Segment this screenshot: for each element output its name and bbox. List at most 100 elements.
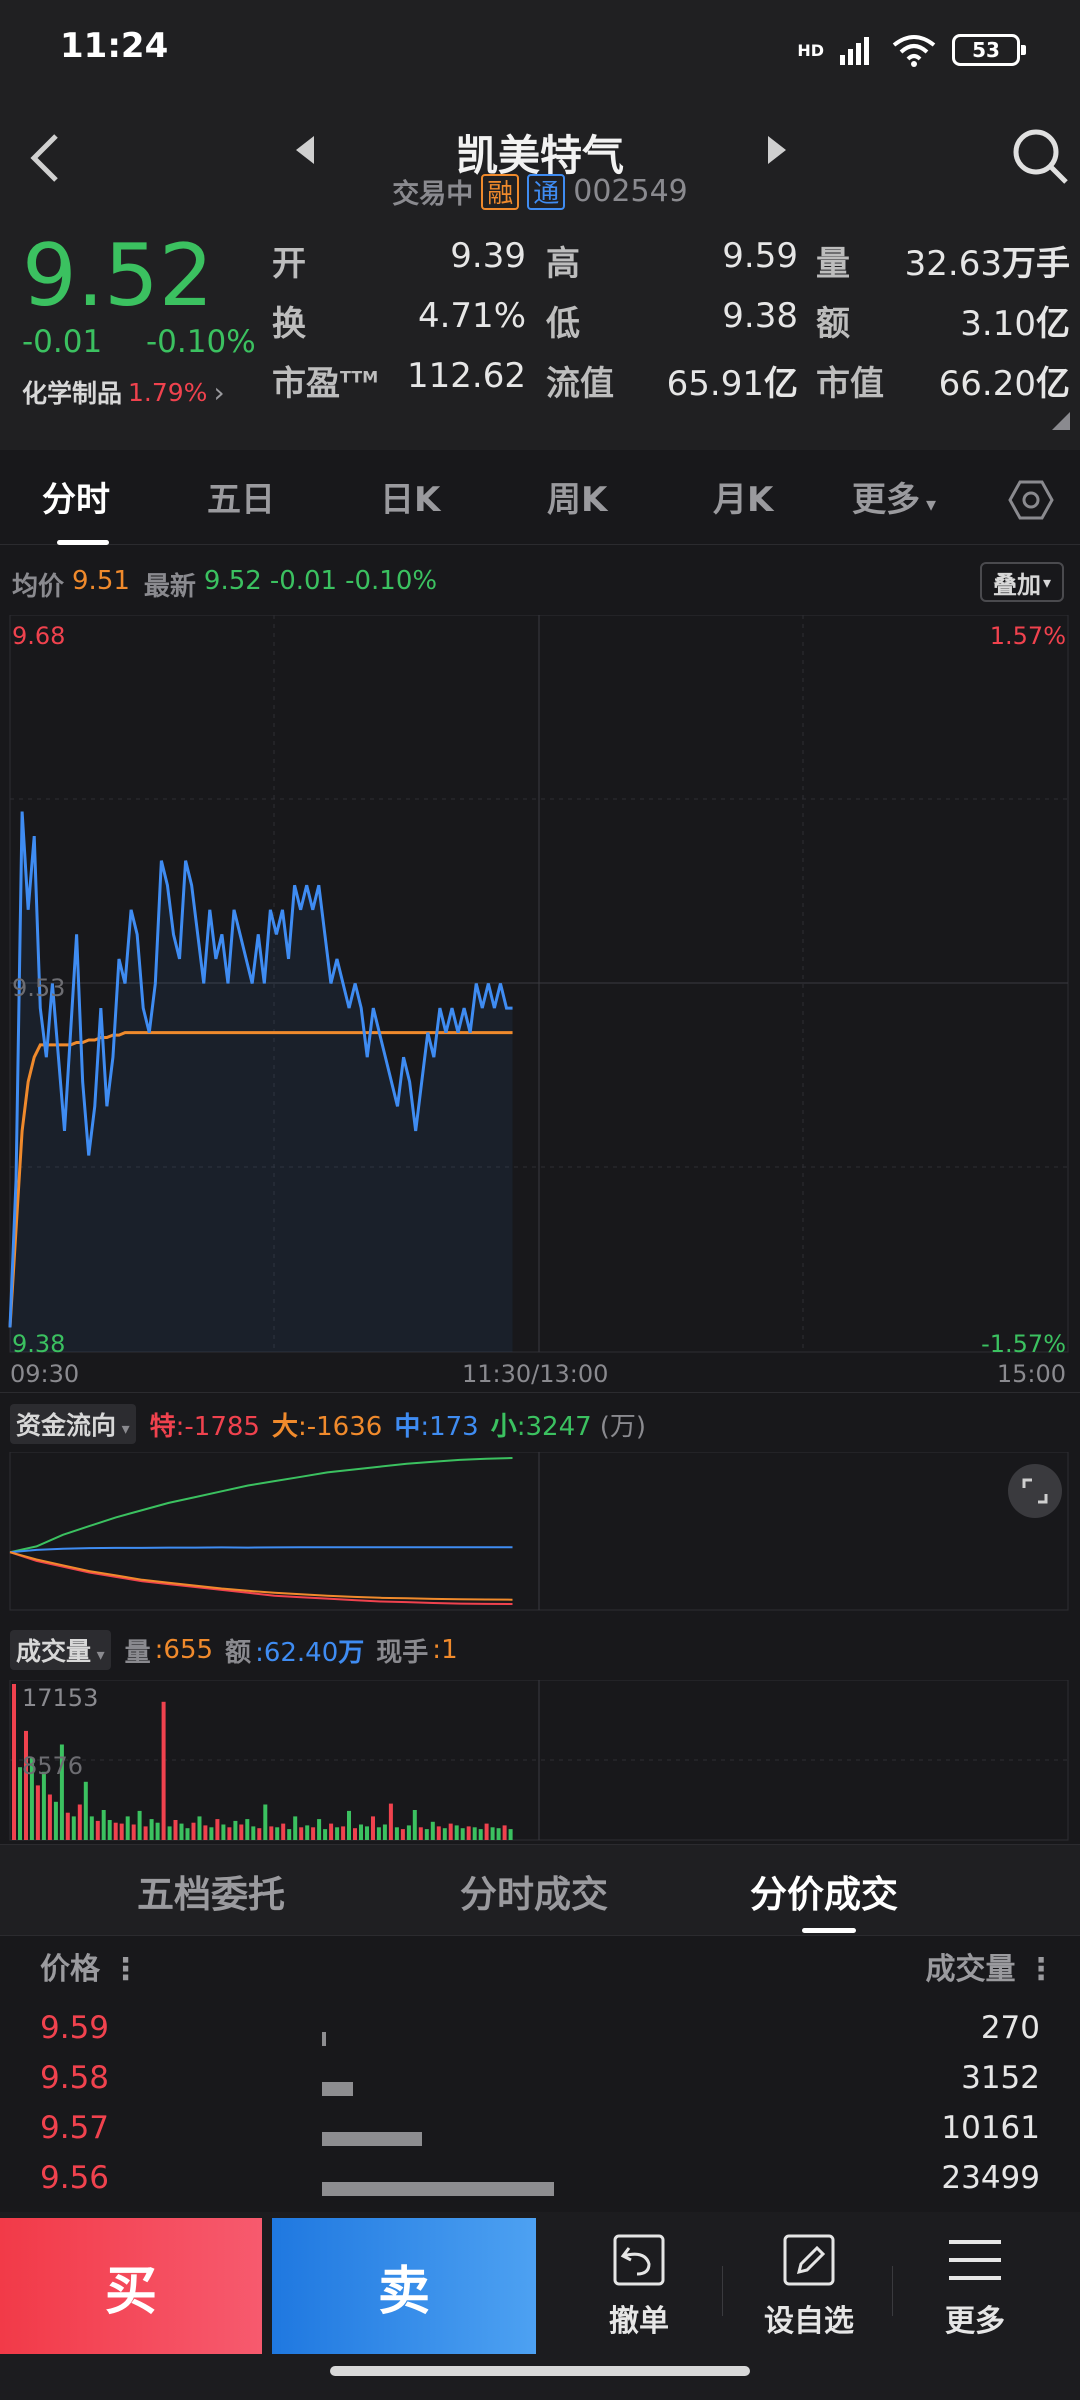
menu-icon [949,2240,1001,2280]
stat-market-cap-value: 66.20亿 [938,364,1070,404]
trade-price: 9.59 [40,2010,110,2046]
more-button[interactable]: 更多 [910,2232,1040,2340]
volume-bar [448,1823,453,1840]
small-flow: 小:3247 [490,1411,592,1442]
fund-flow-selector[interactable]: 资金流向 ▾ [10,1404,136,1444]
tab-more[interactable]: 更多 ▾ [852,472,936,521]
volume-bar [257,1828,262,1840]
trade-price: 9.56 [40,2160,110,2196]
divider [722,2266,723,2316]
trade-row: 9.56 23499 [0,2160,1080,2210]
settings-hexagon-icon[interactable] [1008,478,1054,522]
caret-down-icon: ▾ [1042,572,1052,592]
volume-bar [466,1826,471,1840]
super-large-flow: 特:-1785 [149,1411,260,1442]
volume-bar [347,1810,351,1840]
trade-price: 9.57 [40,2110,110,2146]
volume-bar [293,1816,298,1840]
volume-chart[interactable] [0,1680,1080,1842]
volume-column-header[interactable]: 成交量 ⋮ [926,1944,1056,1988]
stat-pe-value: 112.62 [407,356,526,396]
volume-bar [161,1701,166,1840]
volume-bar [496,1828,501,1840]
trade-row: 9.58 3152 [0,2060,1080,2110]
volume-bar [275,1827,280,1840]
y-axis-min: 9.38 [12,1330,66,1358]
volume-bar [77,1804,82,1840]
network-label: HD [797,40,824,60]
stat-high-label: 高 [546,244,580,284]
volume-bar [490,1827,495,1840]
price-column-header[interactable]: 价格 ⋮ [40,1944,140,1988]
pct-axis-max: 1.57% [989,622,1066,650]
trade-volume: 270 [980,2010,1040,2046]
tab-order-book[interactable]: 五档委托 [137,1864,285,1918]
sector-link[interactable]: 化学制品 1.79% › [22,374,225,410]
stock-subtitle: 交易中 融 通 002549 [0,172,1080,211]
volume-bar [137,1810,142,1840]
y-axis-mid: 9.53 [12,974,66,1002]
buy-button[interactable]: 买 [0,2218,262,2354]
volume-bar [191,1822,196,1840]
volume-bar [436,1826,441,1840]
trading-status: 交易中 [392,179,474,210]
stat-amount-label: 额 [816,304,850,344]
trade-volume: 3152 [961,2060,1040,2096]
expand-corner-icon[interactable] [1052,412,1070,430]
fullscreen-button[interactable] [1008,1464,1062,1518]
margin-tag: 融 [481,173,520,210]
tab-weekly-k[interactable]: 周K [547,472,607,521]
volume-bar [317,1819,322,1840]
stat-pe-label: 市盈TTM [272,364,379,404]
volume-bar [251,1826,256,1840]
volume-bar [95,1820,100,1840]
home-indicator[interactable] [330,2366,750,2376]
trade-volume: 23499 [941,2160,1040,2196]
tab-intraday[interactable]: 分时 [42,472,110,521]
volume-bar [83,1781,88,1840]
tab-five-day[interactable]: 五日 [207,472,275,521]
volume-bar [203,1825,208,1840]
sector-change: 1.79% [128,377,208,407]
sell-button[interactable]: 卖 [272,2218,536,2354]
volume-bar [388,1803,393,1840]
stat-market-cap-label: 市值 [816,364,884,404]
volume-qty-value: :655 [154,1635,214,1665]
add-watchlist-button[interactable]: 设自选 [744,2232,874,2340]
overlay-button[interactable]: 叠加 ▾ [980,562,1064,602]
volume-bar [484,1823,489,1840]
volume-amount-label: 额 [225,1637,252,1668]
volume-bar [89,1816,94,1840]
volume-selector[interactable]: 成交量 ▾ [10,1630,111,1670]
mid-flow: 中:173 [394,1411,479,1442]
latest-change-pct: -0.10% [345,566,438,596]
wifi-icon [892,35,936,67]
volume-bar [209,1827,214,1840]
intraday-price-chart[interactable] [0,615,1080,1355]
active-tab-indicator [57,540,109,545]
volume-bar [353,1828,357,1840]
volume-bar [376,1827,381,1840]
volume-bar [323,1829,328,1840]
volume-bar [478,1829,483,1840]
active-bottom-tab-indicator [802,1928,856,1933]
fund-flow-chart[interactable] [0,1452,1080,1612]
cancel-order-button[interactable]: 撤单 [574,2232,704,2340]
tab-daily-k[interactable]: 日K [380,472,440,521]
intraday-info-row: 均价 9.51 最新 9.52 -0.01 -0.10% [12,566,437,603]
caret-down-icon: ▾ [91,1645,105,1664]
large-flow: 大:-1636 [271,1411,383,1442]
volume-bar [227,1827,232,1840]
tab-price-trades[interactable]: 分价成交 [750,1864,898,1918]
trade-price: 9.58 [40,2060,110,2096]
tab-tick-trades[interactable]: 分时成交 [460,1864,608,1918]
tab-monthly-k[interactable]: 月K [713,472,773,521]
stat-open-value: 9.39 [450,236,526,276]
volume-bar [131,1824,136,1840]
volume-bar [400,1829,405,1840]
volume-bar [143,1826,148,1840]
latest-price-value: 9.52 [203,566,262,596]
y-axis-max: 9.68 [12,622,66,650]
volume-bar [215,1819,220,1840]
expand-icon [1022,1478,1048,1504]
